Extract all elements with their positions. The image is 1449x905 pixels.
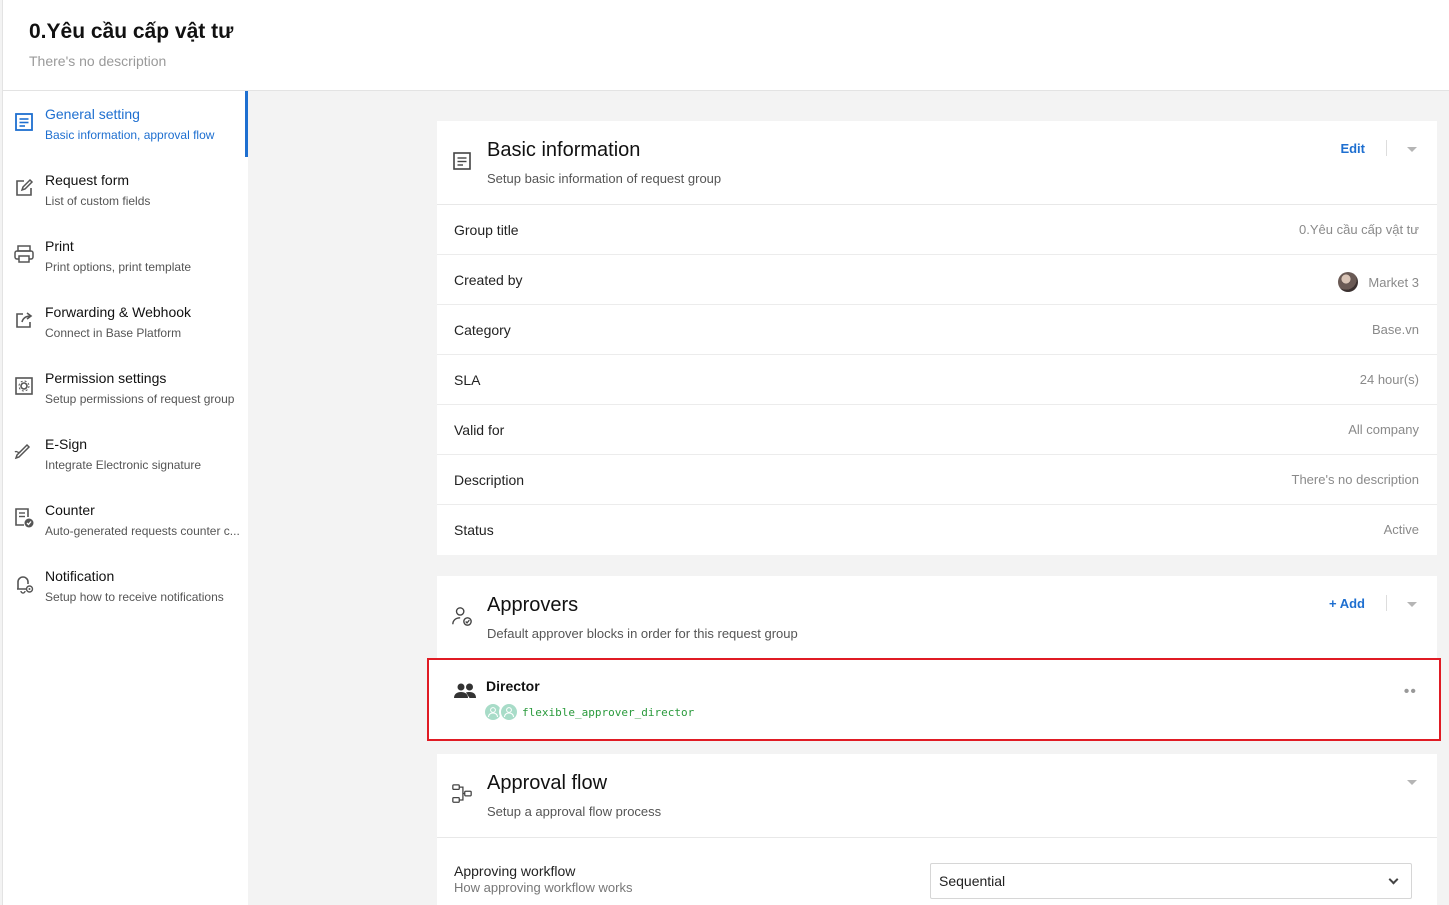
collapse-caret-icon[interactable] — [1407, 780, 1417, 785]
approver-block-title: Director — [486, 678, 540, 694]
document-icon — [13, 111, 35, 133]
info-row-status: Status Active — [437, 505, 1437, 555]
info-value: There's no description — [1291, 472, 1420, 487]
card-header: Approvers Default approver blocks in ord… — [437, 576, 1437, 660]
sidebar-item-general-setting[interactable]: General setting Basic information, appro… — [3, 91, 248, 157]
sidebar-item-sub: Setup how to receive notifications — [45, 590, 224, 604]
info-label: Status — [454, 522, 494, 538]
sidebar-item-label: General setting — [45, 106, 140, 122]
info-value: Active — [1383, 522, 1419, 537]
divider — [1386, 140, 1387, 156]
chevron-down-icon — [1388, 874, 1399, 885]
card-title: Approvers — [487, 594, 579, 616]
card-header: Approval flow Setup a approval flow proc… — [437, 754, 1437, 838]
sidebar-item-label: Counter — [45, 502, 95, 518]
info-label: SLA — [454, 372, 481, 388]
card-header: Basic information Setup basic informatio… — [437, 121, 1437, 205]
creator-name: Market 3 — [1368, 274, 1419, 290]
group-icon — [453, 682, 477, 705]
sidebar-item-sub: Integrate Electronic signature — [45, 458, 202, 472]
info-row-category: Category Base.vn — [437, 305, 1437, 355]
signature-icon — [13, 441, 35, 463]
sidebar-item-label: Permission settings — [45, 370, 167, 386]
approver-block-director[interactable]: Director flexible_approver_director •• — [427, 658, 1441, 741]
info-row-created-by: Created by Market 3 — [437, 255, 1437, 305]
approving-workflow-row: Approving workflow How approving workflo… — [437, 838, 1437, 905]
sidebar-item-print[interactable]: Print Print options, print template — [3, 223, 248, 289]
more-options-icon[interactable]: •• — [1404, 684, 1417, 700]
page-header: 0.Yêu cầu cấp vật tư There's no descript… — [2, 0, 1449, 91]
sidebar-item-sub: Auto-generated requests counter c... — [45, 524, 240, 538]
document-icon — [451, 149, 473, 173]
sidebar-item-sub: Print options, print template — [45, 260, 192, 274]
workflow-sub: How approving workflow works — [454, 880, 633, 895]
sidebar-item-label: E-Sign — [45, 436, 88, 452]
gear-box-icon — [13, 375, 35, 397]
approval-flow-card: Approval flow Setup a approval flow proc… — [437, 754, 1437, 905]
card-subtitle: Default approver blocks in order for thi… — [487, 626, 798, 641]
workflow-select[interactable]: Sequential — [930, 863, 1412, 899]
collapse-caret-icon[interactable] — [1407, 147, 1417, 152]
divider — [1386, 595, 1387, 611]
info-value-created-by: Market 3 — [1338, 272, 1419, 292]
edit-icon — [13, 177, 35, 199]
info-value: 0.Yêu cầu cấp vật tư — [1299, 222, 1419, 237]
info-row-sla: SLA 24 hour(s) — [437, 355, 1437, 405]
user-check-icon — [451, 604, 473, 628]
sidebar-item-label: Print — [45, 238, 74, 254]
approver-avatars: flexible_approver_director — [483, 702, 694, 722]
info-value: Base.vn — [1372, 322, 1419, 337]
sidebar-item-sub: Connect in Base Platform — [45, 326, 182, 340]
sidebar-item-notification[interactable]: Notification Setup how to receive notifi… — [3, 553, 248, 619]
add-approver-button[interactable]: + Add — [1329, 596, 1365, 611]
sidebar-item-sub: Setup permissions of request group — [45, 392, 235, 406]
card-subtitle: Setup a approval flow process — [487, 804, 662, 819]
workflow-selected-value: Sequential — [939, 873, 1006, 889]
workflow-label: Approving workflow — [454, 863, 576, 879]
user-avatar-icon — [499, 702, 519, 722]
info-row-valid-for: Valid for All company — [437, 405, 1437, 455]
sidebar-item-label: Request form — [45, 172, 130, 188]
sidebar-item-request-form[interactable]: Request form List of custom fields — [3, 157, 248, 223]
sidebar-item-sub: Basic information, approval flow — [45, 128, 215, 142]
info-value: 24 hour(s) — [1359, 372, 1419, 387]
basic-information-card: Basic information Setup basic informatio… — [437, 121, 1437, 555]
info-row-group-title: Group title 0.Yêu cầu cấp vật tư — [437, 205, 1437, 255]
sidebar-item-label: Notification — [45, 568, 115, 584]
sidebar-item-forwarding-webhook[interactable]: Forwarding & Webhook Connect in Base Pla… — [3, 289, 248, 355]
avatar — [1338, 272, 1359, 292]
collapse-caret-icon[interactable] — [1407, 602, 1417, 607]
sidebar-item-e-sign[interactable]: E-Sign Integrate Electronic signature — [3, 421, 248, 487]
sidebar-item-label: Forwarding & Webhook — [45, 304, 192, 320]
counter-icon — [13, 507, 35, 529]
edit-button[interactable]: Edit — [1340, 141, 1365, 156]
page-title: 0.Yêu cầu cấp vật tư — [29, 20, 234, 43]
sidebar-item-permission-settings[interactable]: Permission settings Setup permissions of… — [3, 355, 248, 421]
bell-gear-icon — [13, 573, 35, 595]
info-label: Category — [454, 322, 511, 338]
info-row-description: Description There's no description — [437, 455, 1437, 505]
info-value: All company — [1348, 422, 1419, 437]
printer-icon — [13, 243, 35, 265]
card-title: Basic information — [487, 139, 641, 161]
share-icon — [13, 309, 35, 331]
sidebar-item-sub: List of custom fields — [45, 194, 151, 208]
info-label: Group title — [454, 222, 519, 238]
info-label: Description — [454, 472, 525, 488]
info-label: Valid for — [454, 422, 505, 438]
approver-code: flexible_approver_director — [522, 705, 695, 719]
info-label: Created by — [454, 272, 523, 288]
approvers-card: Approvers Default approver blocks in ord… — [437, 576, 1437, 660]
page-description: There's no description — [29, 53, 167, 69]
settings-sidebar: General setting Basic information, appro… — [2, 91, 248, 905]
card-subtitle: Setup basic information of request group — [487, 171, 722, 186]
workflow-icon — [451, 782, 473, 806]
card-title: Approval flow — [487, 772, 608, 794]
sidebar-item-counter[interactable]: Counter Auto-generated requests counter … — [3, 487, 248, 553]
